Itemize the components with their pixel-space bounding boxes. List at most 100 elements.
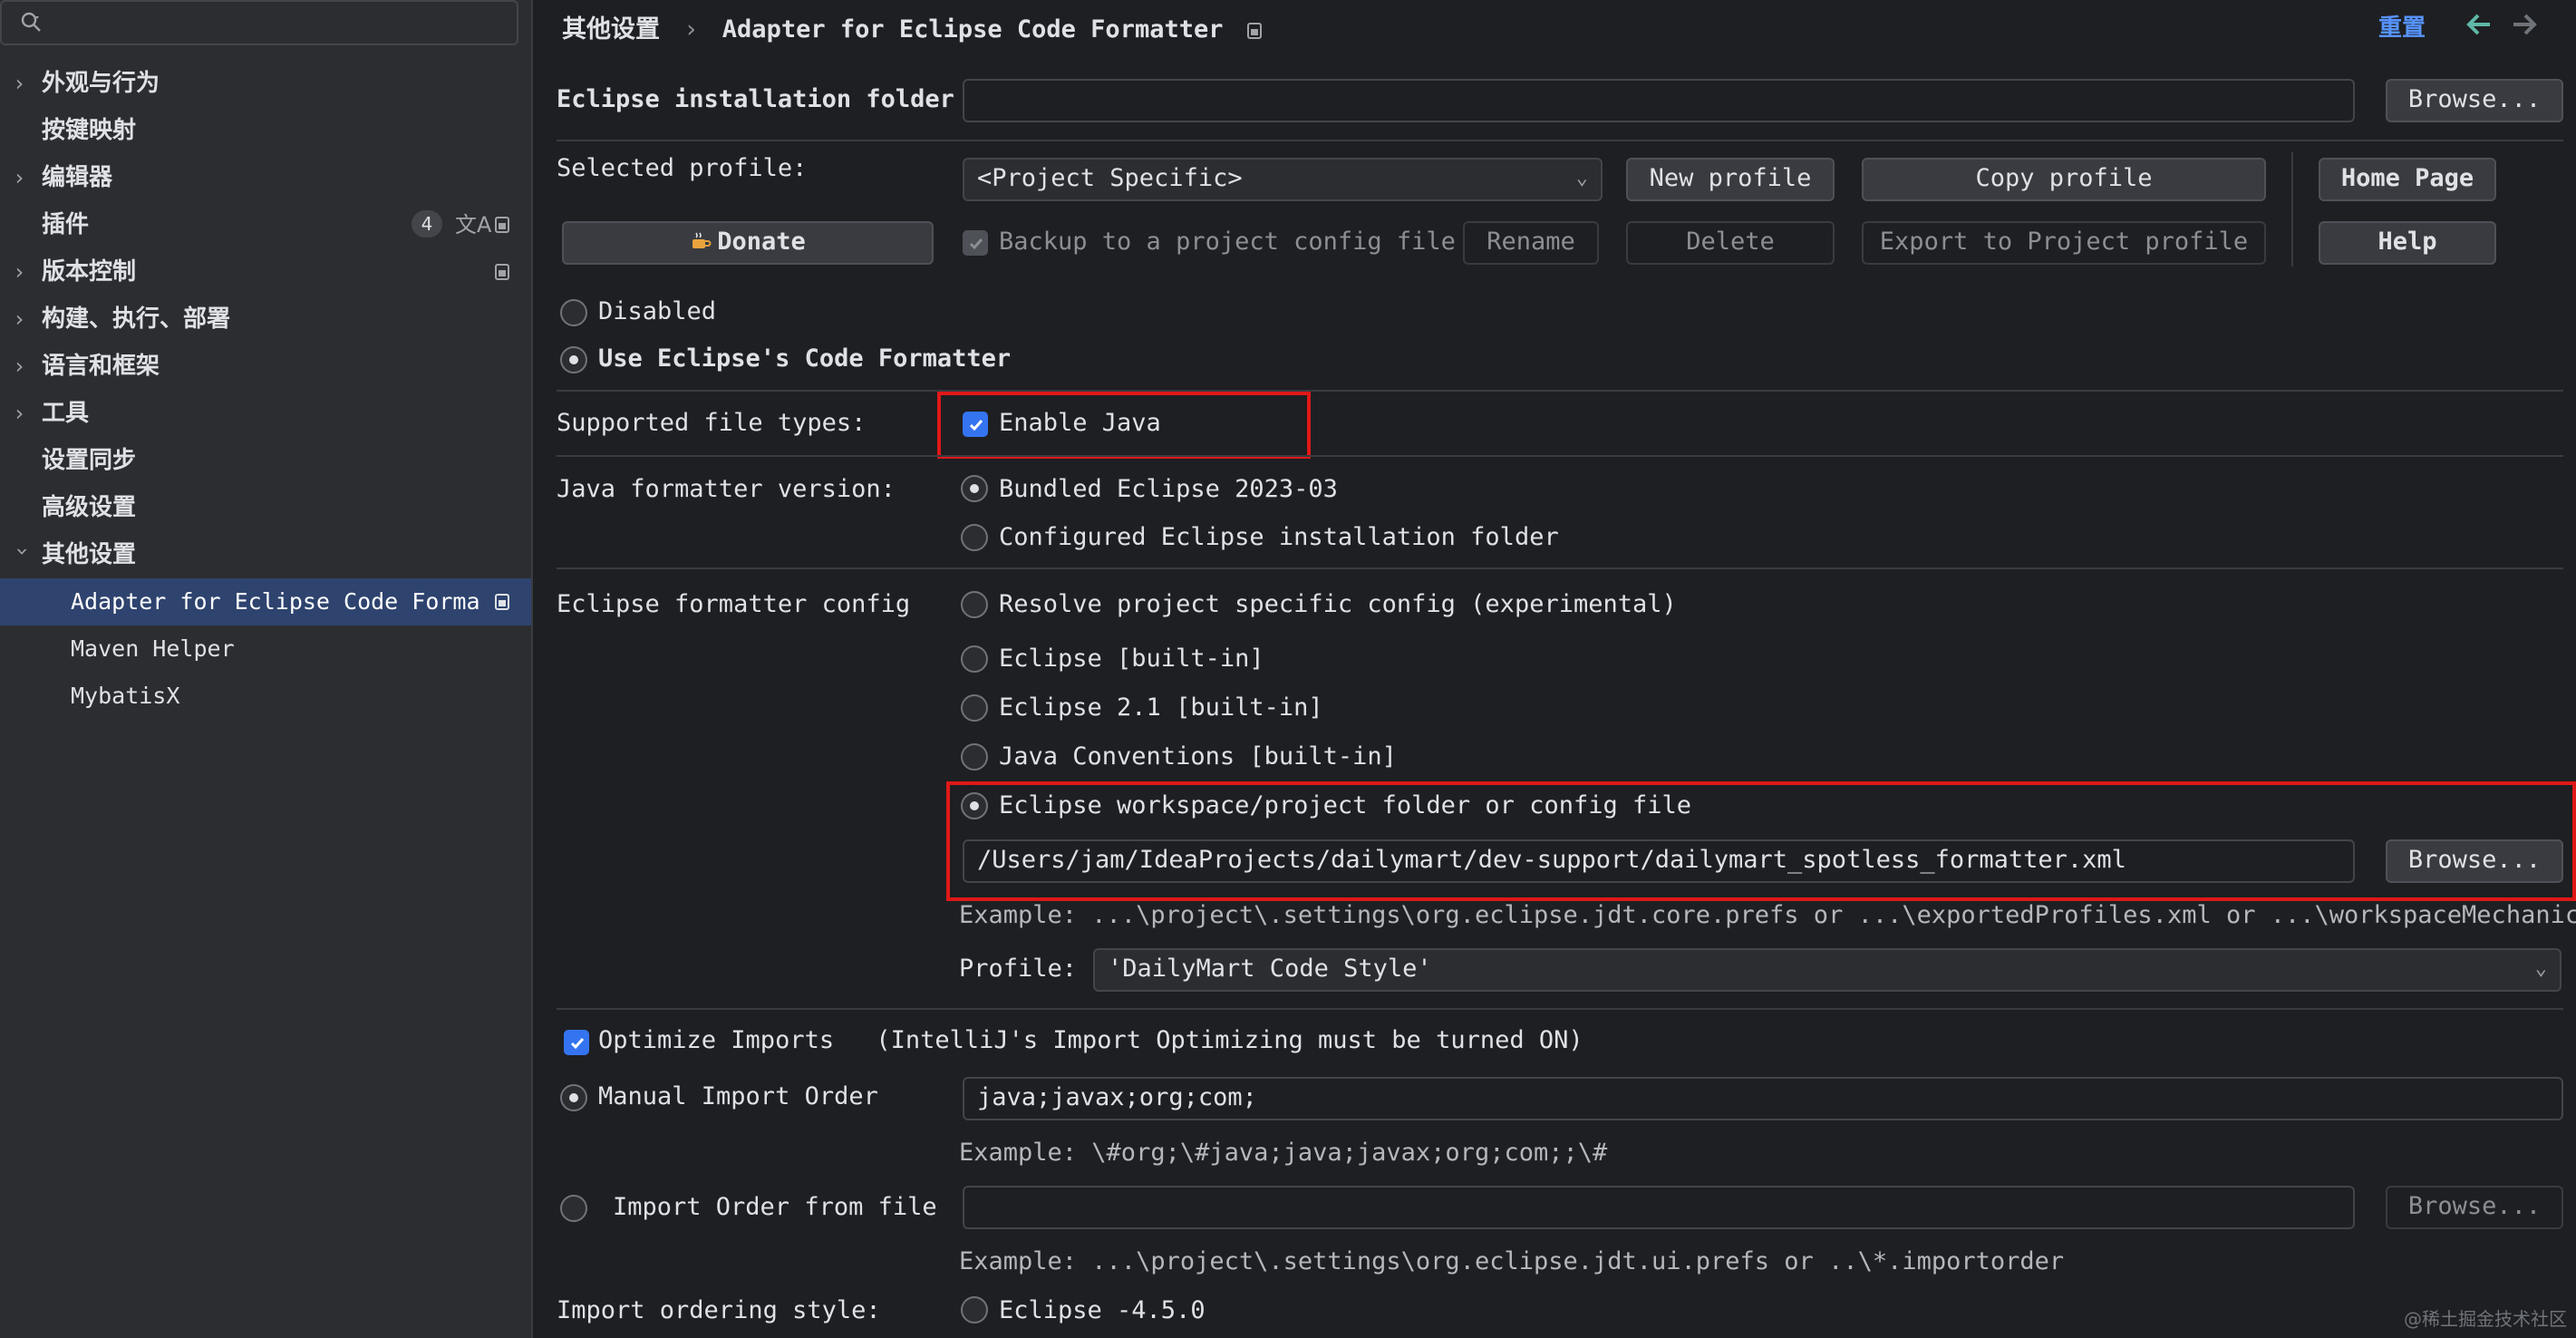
sidebar-item-label: 版本控制 <box>42 258 137 286</box>
disabled-radio[interactable] <box>560 299 587 326</box>
eclipse21-builtin-radio[interactable] <box>961 694 988 722</box>
sidebar-item-languages[interactable]: › 语言和框架 <box>0 343 531 390</box>
sidebar-item-tools[interactable]: › 工具 <box>0 390 531 437</box>
backup-checkbox[interactable] <box>963 230 988 256</box>
rename-button[interactable]: Rename <box>1463 221 1599 265</box>
breadcrumb-separator: › <box>683 15 699 44</box>
sidebar-item-vcs[interactable]: › 版本控制 <box>0 248 531 296</box>
donate-label: Donate <box>717 228 806 256</box>
settings-content: 其他设置 › Adapter for Eclipse Code Formatte… <box>533 0 2576 1338</box>
use-eclipse-radio[interactable] <box>560 346 587 373</box>
breadcrumb: 其他设置 › Adapter for Eclipse Code Formatte… <box>562 9 1262 44</box>
coffee-icon <box>690 226 712 248</box>
sidebar-item-label: 插件 <box>42 211 90 238</box>
sidebar-item-editor[interactable]: › 编辑器 <box>0 154 531 201</box>
bundled-eclipse-label: Bundled Eclipse 2023-03 <box>999 475 1338 503</box>
profile-value: 'DailyMart Code Style' <box>1108 955 1432 983</box>
install-folder-input[interactable] <box>963 79 2355 122</box>
sidebar-item-label: Adapter for Eclipse Code Forma <box>71 588 480 615</box>
sidebar-item-settings-sync[interactable]: 设置同步 <box>0 437 531 484</box>
resolve-config-radio[interactable] <box>961 591 988 618</box>
profile-combo[interactable]: 'DailyMart Code Style' ⌄ <box>1093 948 2561 992</box>
selected-profile-combo[interactable]: <Project Specific> ⌄ <box>963 158 1603 201</box>
use-eclipse-label: Use Eclipse's Code Formatter <box>598 344 1012 373</box>
reset-link[interactable]: 重置 <box>2378 9 2426 43</box>
manual-import-order-radio[interactable] <box>560 1084 587 1111</box>
back-arrow-icon[interactable] <box>2465 13 2493 36</box>
delete-button[interactable]: Delete <box>1626 221 1835 265</box>
copy-profile-button[interactable]: Copy profile <box>1862 158 2266 201</box>
translate-icon: 文A <box>455 212 492 238</box>
plugin-update-badge: 4 <box>412 210 442 238</box>
selected-profile-label: Selected profile: <box>557 154 808 182</box>
sidebar-item-appearance[interactable]: › 外观与行为 <box>0 60 531 107</box>
settings-sidebar: › 外观与行为 按键映射 › 编辑器 插件 4 文A › 版本控制 › 构建、执… <box>0 0 533 1338</box>
eclipse-builtin-radio[interactable] <box>961 645 988 673</box>
chevron-down-icon: › <box>10 545 35 558</box>
sidebar-item-label: 语言和框架 <box>42 353 160 380</box>
configured-eclipse-label: Configured Eclipse installation folder <box>999 523 1559 551</box>
divider <box>557 390 2563 392</box>
chevron-right-icon: › <box>13 354 26 379</box>
sidebar-item-label: 其他设置 <box>42 541 137 568</box>
sidebar-item-advanced[interactable]: 高级设置 <box>0 484 531 531</box>
config-path-input[interactable]: /Users/jam/IdeaProjects/dailymart/dev-su… <box>963 839 2355 883</box>
configured-eclipse-radio[interactable] <box>961 524 988 551</box>
sidebar-item-build[interactable]: › 构建、执行、部署 <box>0 296 531 343</box>
import-order-file-browse-button[interactable]: Browse... <box>2386 1186 2563 1229</box>
sidebar-item-keymap[interactable]: 按键映射 <box>0 107 531 154</box>
java-conventions-radio[interactable] <box>961 743 988 771</box>
eclipse21-builtin-label: Eclipse 2.1 [built-in] <box>999 693 1323 722</box>
selected-profile-value: <Project Specific> <box>977 164 1243 192</box>
sidebar-item-mybatisx[interactable]: MybatisX <box>0 673 531 720</box>
forward-arrow-icon[interactable] <box>2511 13 2538 36</box>
page-title: Adapter for Eclipse Code Formatter <box>721 15 1224 44</box>
sidebar-item-maven-helper[interactable]: Maven Helper <box>0 625 531 673</box>
sidebar-item-label: 设置同步 <box>42 447 137 474</box>
project-scope-icon <box>1246 23 1262 39</box>
project-scope-icon <box>495 264 509 280</box>
new-profile-button[interactable]: New profile <box>1626 158 1835 201</box>
sidebar-item-eclipse-formatter[interactable]: Adapter for Eclipse Code Forma <box>0 578 531 625</box>
divider <box>557 455 2563 457</box>
export-profile-button[interactable]: Export to Project profile <box>1862 221 2266 265</box>
ordering-style-label: Import ordering style: <box>557 1296 881 1324</box>
check-icon <box>969 238 983 250</box>
enable-java-checkbox[interactable] <box>963 412 988 437</box>
sidebar-item-plugins[interactable]: 插件 4 文A <box>0 201 531 248</box>
manual-import-order-input[interactable]: java;javax;org;com; <box>963 1077 2563 1120</box>
sidebar-item-label: 构建、执行、部署 <box>42 305 231 333</box>
bundled-eclipse-radio[interactable] <box>961 475 988 502</box>
import-order-file-input[interactable] <box>963 1186 2355 1229</box>
java-version-label: Java formatter version: <box>557 475 896 503</box>
check-icon <box>570 1038 585 1050</box>
chevron-right-icon: › <box>13 401 26 426</box>
backup-label: Backup to a project config file <box>999 228 1456 256</box>
sidebar-item-label: MybatisX <box>71 683 180 709</box>
install-folder-browse-button[interactable]: Browse... <box>2386 79 2563 122</box>
config-path-browse-button[interactable]: Browse... <box>2386 839 2563 883</box>
import-order-file-label: Import Order from file <box>613 1193 937 1221</box>
profile-label: Profile: <box>959 955 1078 983</box>
settings-search-input[interactable] <box>0 0 518 45</box>
divider <box>557 140 2563 141</box>
workspace-config-radio[interactable] <box>961 792 988 819</box>
sidebar-item-other-settings[interactable]: › 其他设置 <box>0 531 531 578</box>
divider <box>2291 152 2293 267</box>
breadcrumb-parent[interactable]: 其他设置 <box>562 15 660 44</box>
chevron-right-icon: › <box>13 259 26 285</box>
project-scope-icon <box>495 217 509 233</box>
ordering-style-radio[interactable] <box>961 1296 988 1323</box>
optimize-imports-checkbox[interactable] <box>564 1030 589 1055</box>
importorder-example-text: Example: ...\project\.settings\org.eclip… <box>959 1247 2065 1275</box>
divider <box>557 567 2563 569</box>
formatter-config-label: Eclipse formatter config <box>557 590 911 618</box>
enable-java-label: Enable Java <box>999 409 1161 437</box>
config-example-text: Example: ...\project\.settings\org.eclip… <box>959 901 2576 929</box>
donate-button[interactable]: Donate <box>562 221 934 265</box>
home-page-button[interactable]: Home Page <box>2319 158 2496 201</box>
import-order-file-radio[interactable] <box>560 1195 587 1222</box>
optimize-imports-label: Optimize Imports (IntelliJ's Import Opti… <box>598 1026 1583 1054</box>
help-button[interactable]: Help <box>2319 221 2496 265</box>
sidebar-item-label: 编辑器 <box>42 164 113 191</box>
